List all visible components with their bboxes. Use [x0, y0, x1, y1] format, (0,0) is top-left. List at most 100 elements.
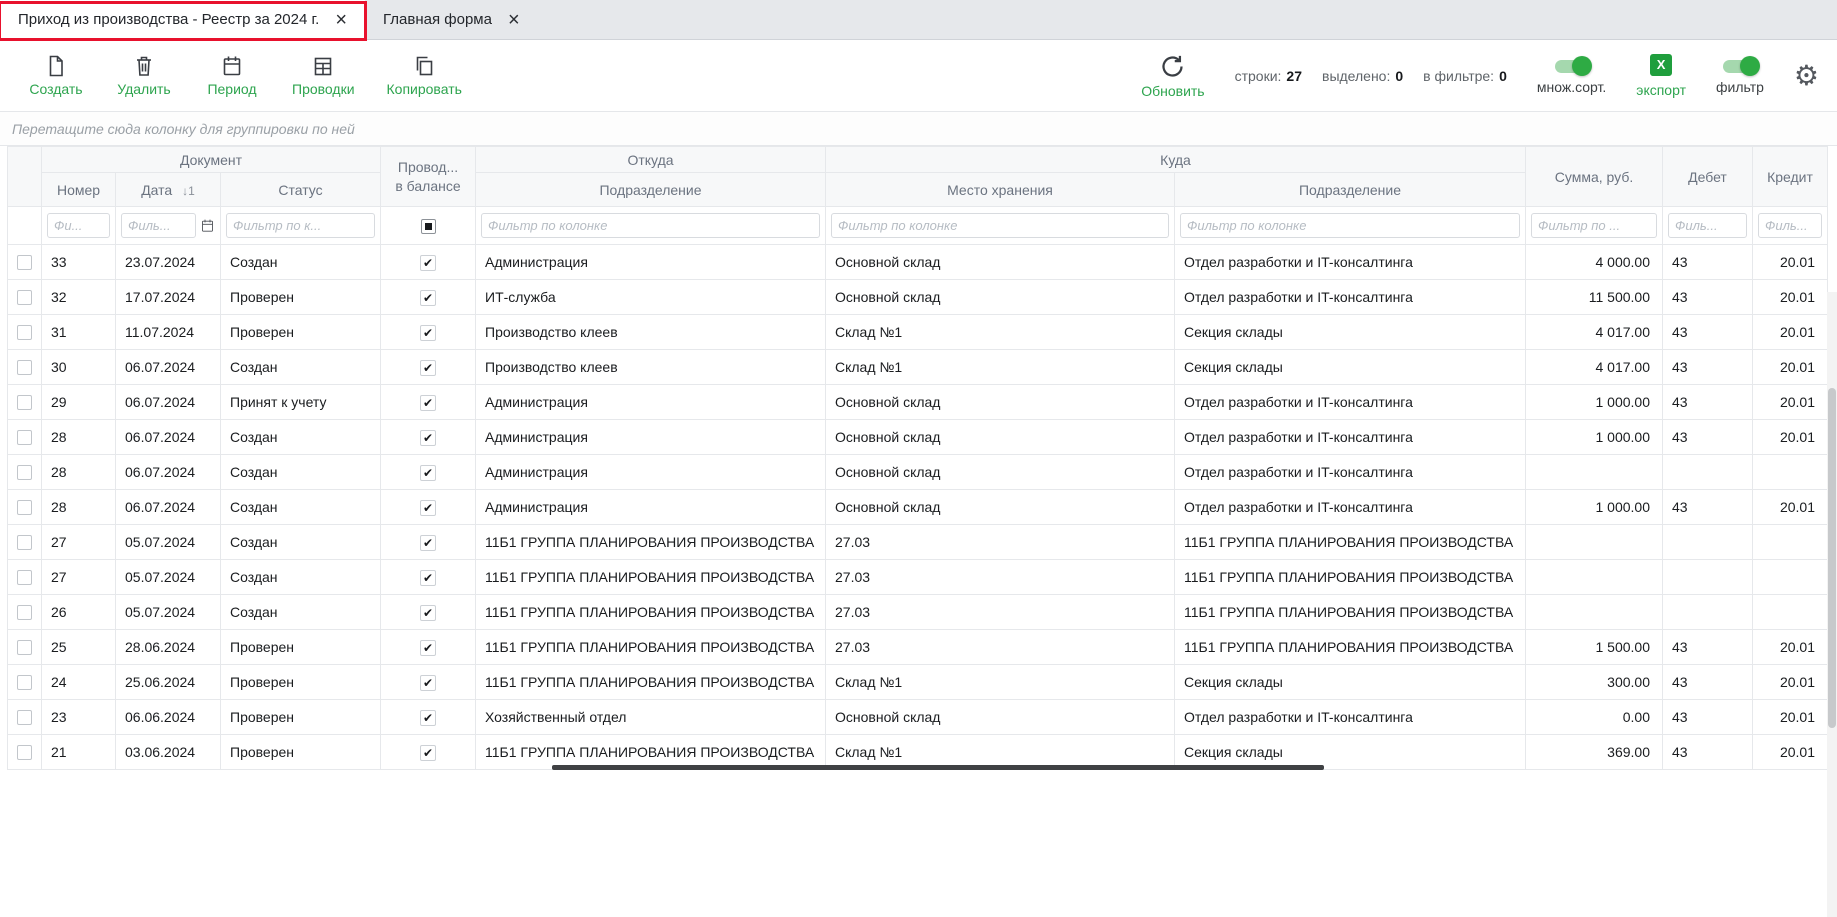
table-row[interactable]: 33 23.07.2024 Создан ✔ Администрация Осн…	[8, 245, 1828, 280]
stats-selected-value: 0	[1395, 68, 1403, 84]
cell-number: 30	[42, 350, 116, 385]
table-row[interactable]: 26 05.07.2024 Создан ✔ 11Б1 ГРУППА ПЛАНИ…	[8, 595, 1828, 630]
row-select-checkbox[interactable]	[17, 465, 32, 480]
posted-checkbox[interactable]: ✔	[420, 745, 436, 761]
posted-checkbox[interactable]: ✔	[420, 640, 436, 656]
postings-button[interactable]: Проводки	[292, 54, 355, 97]
posted-checkbox[interactable]: ✔	[420, 605, 436, 621]
row-select-checkbox[interactable]	[17, 570, 32, 585]
create-button[interactable]: Создать	[28, 54, 84, 97]
table-row[interactable]: 28 06.07.2024 Создан ✔ Администрация Осн…	[8, 420, 1828, 455]
header-status[interactable]: Статус	[221, 173, 381, 207]
cell-storage: Основной склад	[826, 280, 1175, 315]
filter-posted-checkbox[interactable]	[421, 219, 436, 234]
cell-status: Проверен	[221, 630, 381, 665]
row-select-checkbox[interactable]	[17, 325, 32, 340]
tab-main-form-close-icon[interactable]: ×	[508, 10, 520, 30]
copy-button[interactable]: Копировать	[387, 54, 462, 97]
date-picker-icon[interactable]	[200, 218, 215, 233]
posted-checkbox[interactable]: ✔	[420, 325, 436, 341]
cell-number: 28	[42, 490, 116, 525]
posted-checkbox[interactable]: ✔	[420, 570, 436, 586]
filter-toggle[interactable]: фильтр	[1716, 56, 1764, 95]
header-number[interactable]: Номер	[42, 173, 116, 207]
posted-checkbox[interactable]: ✔	[420, 675, 436, 691]
posted-checkbox[interactable]: ✔	[420, 500, 436, 516]
export-button[interactable]: X экспорт	[1636, 54, 1686, 98]
filter-sum-input[interactable]	[1531, 213, 1657, 238]
table-row[interactable]: 27 05.07.2024 Создан ✔ 11Б1 ГРУППА ПЛАНИ…	[8, 525, 1828, 560]
delete-button[interactable]: Удалить	[116, 54, 172, 97]
table-body: 33 23.07.2024 Создан ✔ Администрация Осн…	[8, 245, 1828, 770]
tab-registry[interactable]: Приход из производства - Реестр за 2024 …	[0, 0, 365, 39]
cell-date: 06.07.2024	[116, 420, 221, 455]
cell-from-department: 11Б1 ГРУППА ПЛАНИРОВАНИЯ ПРОИЗВОДСТВА	[476, 630, 826, 665]
filter-credit-input[interactable]	[1758, 213, 1822, 238]
row-select-checkbox[interactable]	[17, 745, 32, 760]
posted-checkbox[interactable]: ✔	[420, 535, 436, 551]
filter-storage-input[interactable]	[831, 213, 1169, 238]
table-row[interactable]: 23 06.06.2024 Проверен ✔ Хозяйственный о…	[8, 700, 1828, 735]
header-debit[interactable]: Дебет	[1663, 147, 1753, 207]
table-row[interactable]: 25 28.06.2024 Проверен ✔ 11Б1 ГРУППА ПЛА…	[8, 630, 1828, 665]
row-select-checkbox[interactable]	[17, 675, 32, 690]
vertical-scrollbar-thumb[interactable]	[1828, 388, 1836, 728]
cell-status: Создан	[221, 525, 381, 560]
table-row[interactable]: 28 06.07.2024 Создан ✔ Администрация Осн…	[8, 490, 1828, 525]
multisort-toggle[interactable]: множ.сорт.	[1537, 56, 1606, 95]
excel-export-icon[interactable]: X	[1650, 54, 1672, 76]
row-select-checkbox[interactable]	[17, 500, 32, 515]
table-row[interactable]: 24 25.06.2024 Проверен ✔ 11Б1 ГРУППА ПЛА…	[8, 665, 1828, 700]
cell-date: 23.07.2024	[116, 245, 221, 280]
row-select-checkbox[interactable]	[17, 395, 32, 410]
row-select-checkbox[interactable]	[17, 640, 32, 655]
posted-checkbox[interactable]: ✔	[420, 430, 436, 446]
toggle-on-icon[interactable]	[1723, 60, 1757, 73]
horizontal-scrollbar-thumb[interactable]	[552, 765, 1324, 770]
toggle-on-icon[interactable]	[1555, 60, 1589, 73]
filter-date-input[interactable]	[121, 213, 196, 238]
cell-date: 03.06.2024	[116, 735, 221, 770]
filter-number-input[interactable]	[47, 213, 110, 238]
filter-to-department-input[interactable]	[1180, 213, 1520, 238]
header-date[interactable]: Дата ↓1	[116, 173, 221, 207]
posted-checkbox[interactable]: ✔	[420, 290, 436, 306]
posted-checkbox[interactable]: ✔	[420, 255, 436, 271]
header-credit[interactable]: Кредит	[1753, 147, 1828, 207]
header-storage[interactable]: Место хранения	[826, 173, 1175, 207]
row-select-checkbox[interactable]	[17, 710, 32, 725]
header-from-department[interactable]: Подразделение	[476, 173, 826, 207]
posted-checkbox[interactable]: ✔	[420, 395, 436, 411]
filter-debit-input[interactable]	[1668, 213, 1747, 238]
cell-status: Создан	[221, 245, 381, 280]
tab-registry-close-icon[interactable]: ×	[335, 10, 347, 30]
table-row[interactable]: 32 17.07.2024 Проверен ✔ ИТ-служба Основ…	[8, 280, 1828, 315]
row-select-checkbox[interactable]	[17, 255, 32, 270]
grouping-drop-zone[interactable]: Перетащите сюда колонку для группировки …	[0, 112, 1837, 146]
table-row[interactable]: 29 06.07.2024 Принят к учету ✔ Администр…	[8, 385, 1828, 420]
row-select-checkbox[interactable]	[17, 535, 32, 550]
posted-checkbox[interactable]: ✔	[420, 710, 436, 726]
posted-checkbox[interactable]: ✔	[420, 360, 436, 376]
sort-indicator-icon: ↓1	[182, 184, 195, 198]
table-row[interactable]: 28 06.07.2024 Создан ✔ Администрация Осн…	[8, 455, 1828, 490]
header-posted[interactable]: Провод... в балансе	[381, 147, 476, 207]
period-button[interactable]: Период	[204, 54, 260, 97]
settings-gear-icon[interactable]: ⚙	[1794, 62, 1819, 90]
cell-sum: 4 017.00	[1526, 350, 1663, 385]
tab-main-form[interactable]: Главная форма ×	[365, 0, 538, 39]
header-sum[interactable]: Сумма, руб.	[1526, 147, 1663, 207]
row-select-checkbox[interactable]	[17, 430, 32, 445]
header-to-department[interactable]: Подразделение	[1175, 173, 1526, 207]
row-select-checkbox[interactable]	[17, 360, 32, 375]
filter-status-input[interactable]	[226, 213, 375, 238]
table-row[interactable]: 30 06.07.2024 Создан ✔ Производство клее…	[8, 350, 1828, 385]
refresh-button[interactable]: Обновить	[1141, 53, 1204, 99]
vertical-scrollbar[interactable]	[1827, 292, 1837, 917]
row-select-checkbox[interactable]	[17, 290, 32, 305]
row-select-checkbox[interactable]	[17, 605, 32, 620]
posted-checkbox[interactable]: ✔	[420, 465, 436, 481]
table-row[interactable]: 27 05.07.2024 Создан ✔ 11Б1 ГРУППА ПЛАНИ…	[8, 560, 1828, 595]
table-row[interactable]: 31 11.07.2024 Проверен ✔ Производство кл…	[8, 315, 1828, 350]
filter-from-department-input[interactable]	[481, 213, 820, 238]
